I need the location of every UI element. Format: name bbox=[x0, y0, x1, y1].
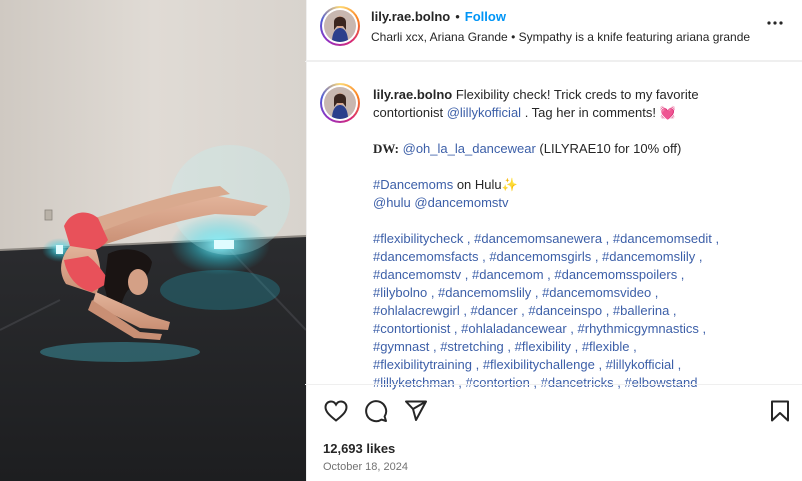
separator-dot: • bbox=[455, 9, 460, 24]
header-title-row: lily.rae.bolno • Follow bbox=[371, 9, 506, 24]
contortion-photo bbox=[0, 0, 306, 481]
post-photo[interactable] bbox=[0, 0, 306, 481]
likes-count[interactable]: 12,693 likes bbox=[323, 441, 395, 456]
audio-track[interactable]: Charli xcx, Ariana Grande • Sympathy is … bbox=[371, 30, 750, 44]
actions-divider bbox=[305, 384, 802, 385]
heart-icon[interactable] bbox=[324, 400, 348, 422]
profile-photo bbox=[324, 10, 356, 42]
caption-dw-line: DW: @oh_la_la_dancewear (LILYRAE10 for 1… bbox=[373, 140, 738, 158]
header-username[interactable]: lily.rae.bolno bbox=[371, 9, 450, 24]
post-caption: lily.rae.bolno Flexibility check! Trick … bbox=[373, 86, 738, 392]
hulu-mentions[interactable]: @hulu @dancemomstv bbox=[373, 194, 738, 212]
profile-photo bbox=[324, 87, 356, 119]
dw-mention-link[interactable]: @oh_la_la_dancewear bbox=[403, 141, 536, 156]
mention-link[interactable]: @lillykofficial bbox=[447, 105, 521, 120]
caption-intro: lily.rae.bolno Flexibility check! Trick … bbox=[373, 86, 738, 122]
share-icon[interactable] bbox=[404, 400, 428, 422]
dancemoms-tail: on Hulu✨ bbox=[453, 177, 518, 192]
bookmark-icon[interactable] bbox=[770, 400, 790, 422]
follow-button[interactable]: Follow bbox=[465, 9, 506, 24]
caption-text-tail: . Tag her in comments! 💓 bbox=[521, 105, 676, 120]
header-avatar[interactable] bbox=[320, 6, 360, 46]
dw-tail: (LILYRAE10 for 10% off) bbox=[535, 141, 682, 156]
post-date: October 18, 2024 bbox=[323, 461, 409, 473]
caption-username[interactable]: lily.rae.bolno bbox=[373, 87, 452, 102]
more-icon[interactable] bbox=[766, 14, 784, 37]
hashtag-list[interactable]: #flexibilitycheck , #dancemomsanewera , … bbox=[373, 230, 738, 392]
caption-dancemoms-line: #Dancemoms on Hulu✨ bbox=[373, 176, 738, 194]
header-divider bbox=[305, 61, 802, 62]
dw-label: DW: bbox=[373, 141, 399, 156]
comment-icon[interactable] bbox=[364, 399, 388, 423]
dancemoms-hashtag-link[interactable]: #Dancemoms bbox=[373, 177, 453, 192]
caption-avatar[interactable] bbox=[320, 83, 360, 123]
